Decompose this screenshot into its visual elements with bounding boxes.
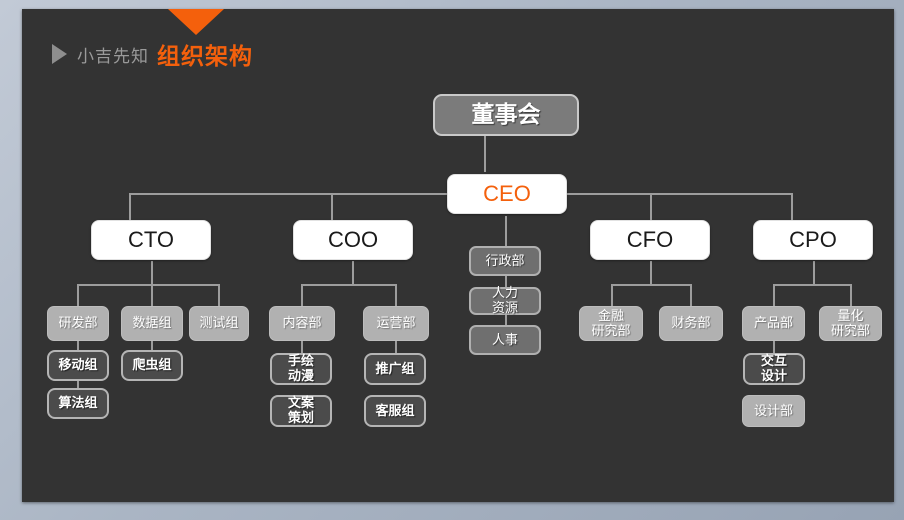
node-admin[interactable]: 行政部	[469, 246, 541, 276]
play-triangle-icon[interactable]	[52, 44, 67, 64]
connector-bus-cpo	[791, 193, 793, 220]
node-cpo[interactable]: CPO	[753, 220, 873, 260]
node-fin-research[interactable]: 金融 研究部	[579, 306, 643, 341]
node-design-dept[interactable]: 设计部	[742, 395, 805, 427]
slide-header: 小吉先知 组织架构	[52, 37, 253, 71]
connector-bus-left	[129, 193, 489, 195]
connector-coo-bus	[301, 284, 395, 286]
node-algo-group[interactable]: 算法组	[47, 388, 109, 419]
connector-bus-coo	[331, 193, 333, 220]
connector-coo-drop	[352, 261, 354, 285]
node-ceo[interactable]: CEO	[447, 174, 567, 214]
connector-cto-drop	[151, 261, 153, 285]
node-cto[interactable]: CTO	[91, 220, 211, 260]
node-personnel[interactable]: 人事	[469, 325, 541, 355]
connector-cfo-finance	[690, 284, 692, 307]
connector-coo-content	[301, 284, 303, 307]
node-service-group[interactable]: 客服组	[364, 395, 426, 427]
node-crawler-group[interactable]: 爬虫组	[121, 350, 183, 381]
connector-cpo-bus	[773, 284, 851, 286]
connector-cpo-drop	[813, 261, 815, 285]
connector-cto-rnd	[77, 284, 79, 307]
node-finance-dept[interactable]: 财务部	[659, 306, 723, 341]
brand-label: 小吉先知	[77, 46, 149, 66]
connector-ops-promo	[395, 340, 397, 353]
connector-bus-cfo	[650, 193, 652, 220]
node-coo[interactable]: COO	[293, 220, 413, 260]
connector-cfo-finres	[611, 284, 613, 307]
node-quant-research[interactable]: 量化 研究部	[819, 306, 882, 341]
connector-bus-right	[545, 193, 792, 195]
org-chart-canvas: 小吉先知 组织架构 董事会 CEO CTO COO CFO CPO 行政部 人力…	[22, 9, 894, 502]
node-rnd[interactable]: 研发部	[47, 306, 109, 341]
node-data-group[interactable]: 数据组	[121, 306, 183, 341]
connector-cpo-quant	[850, 284, 852, 307]
node-hand-anime[interactable]: 手绘 动漫	[270, 353, 332, 385]
connector-cfo-bus	[611, 284, 691, 286]
node-interaction-design[interactable]: 交互 设计	[743, 353, 805, 385]
connector-coo-ops	[395, 284, 397, 307]
node-copywriting[interactable]: 文案 策划	[270, 395, 332, 427]
connector-cpo-product	[773, 284, 775, 307]
connector-product-interaction	[773, 340, 775, 353]
connector-cfo-drop	[650, 261, 652, 285]
node-test-group[interactable]: 测试组	[189, 306, 249, 341]
connector-cto-test	[218, 284, 220, 307]
node-hr-resource[interactable]: 人力 资源	[469, 286, 541, 315]
connector-ceo-admin	[505, 216, 507, 247]
node-content-dept[interactable]: 内容部	[269, 306, 335, 341]
slide-canvas-frame: 小吉先知 组织架构 董事会 CEO CTO COO CFO CPO 行政部 人力…	[0, 0, 904, 520]
node-cfo[interactable]: CFO	[590, 220, 710, 260]
down-triangle-marker-icon	[168, 9, 224, 35]
connector-bus-cto	[129, 193, 131, 220]
node-promo-group[interactable]: 推广组	[364, 353, 426, 385]
node-board[interactable]: 董事会	[433, 94, 579, 136]
connector-cto-bus	[77, 284, 219, 286]
node-ops-dept[interactable]: 运营部	[363, 306, 429, 341]
node-mobile-group[interactable]: 移动组	[47, 350, 109, 381]
page-title: 组织架构	[157, 43, 253, 69]
node-product-dept[interactable]: 产品部	[742, 306, 805, 341]
connector-content-hand	[301, 340, 303, 353]
connector-cto-data	[151, 284, 153, 307]
